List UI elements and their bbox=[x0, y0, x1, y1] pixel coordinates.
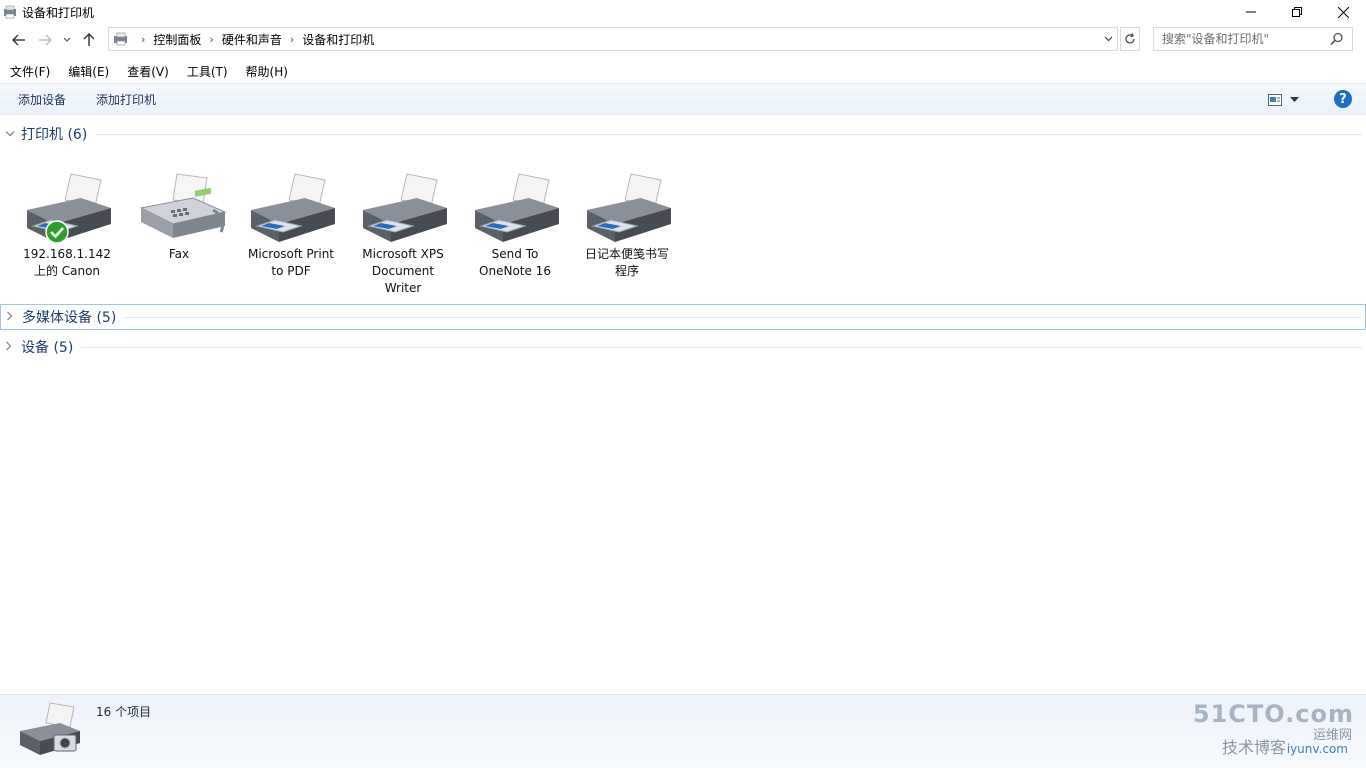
printer-item[interactable]: Microsoft Print to PDF bbox=[236, 170, 346, 280]
chevron-down-icon bbox=[1104, 36, 1112, 42]
watermark-line4: iyunv.com bbox=[1286, 742, 1348, 756]
printer-label: 日记本便笺书写 程序 bbox=[584, 247, 669, 278]
group-devices-header[interactable]: 设备 (5) bbox=[0, 334, 1366, 360]
navigation-bar: › 控制面板 › 硬件和声音 › 设备和打印机 bbox=[0, 27, 1366, 53]
breadcrumb-devices-printers[interactable]: 设备和打印机 bbox=[302, 31, 374, 48]
search-input[interactable] bbox=[1162, 32, 1327, 46]
chevron-down-icon bbox=[1290, 97, 1299, 102]
printer-item[interactable]: Send To OneNote 16 bbox=[460, 170, 570, 280]
devices-printers-icon bbox=[4, 5, 16, 19]
menu-help[interactable]: 帮助(H) bbox=[236, 62, 296, 82]
chevron-collapsed-icon[interactable] bbox=[5, 341, 17, 354]
printer-label: 192.168.1.142 上的 Canon bbox=[23, 247, 111, 278]
restore-icon bbox=[1292, 7, 1302, 17]
up-button[interactable] bbox=[76, 28, 102, 52]
fax-icon bbox=[131, 170, 227, 244]
address-history-button[interactable] bbox=[1101, 31, 1115, 47]
close-icon bbox=[1337, 6, 1349, 18]
watermark: 51CTO.com 运维网 技术博客 iyunv.com bbox=[1193, 700, 1356, 760]
breadcrumb-separator-icon[interactable]: › bbox=[209, 33, 213, 46]
add-printer-button[interactable]: 添加打印机 bbox=[79, 86, 169, 114]
close-button[interactable] bbox=[1320, 0, 1366, 24]
printer-item[interactable]: Microsoft XPS Document Writer bbox=[348, 170, 458, 297]
printer-item[interactable]: 日记本便笺书写 程序 bbox=[572, 170, 682, 280]
watermark-line3: 运维网 bbox=[1312, 728, 1352, 743]
printer-label: Microsoft XPS Document Writer bbox=[362, 247, 444, 295]
printer-label: Fax bbox=[168, 247, 190, 261]
minimize-icon bbox=[1246, 11, 1256, 13]
minimize-button[interactable] bbox=[1228, 0, 1274, 24]
menu-edit[interactable]: 编辑(E) bbox=[58, 62, 117, 82]
printer-icon bbox=[579, 170, 675, 244]
refresh-icon bbox=[1125, 33, 1135, 44]
address-bar[interactable]: › 控制面板 › 硬件和声音 › 设备和打印机 bbox=[108, 27, 1118, 51]
chevron-down-icon bbox=[63, 37, 71, 42]
menu-tools[interactable]: 工具(T) bbox=[177, 62, 236, 82]
group-printers-header[interactable]: 打印机 (6) bbox=[0, 121, 1366, 147]
printer-label: Send To OneNote 16 bbox=[479, 247, 551, 278]
menu-file[interactable]: 文件(F) bbox=[0, 62, 58, 82]
title-bar: 设备和打印机 bbox=[0, 0, 1366, 24]
breadcrumb-control-panel[interactable]: 控制面板 bbox=[153, 31, 201, 48]
change-view-button[interactable] bbox=[1268, 90, 1308, 110]
chevron-collapsed-icon[interactable] bbox=[6, 311, 18, 324]
view-options-icon bbox=[1268, 94, 1282, 106]
up-arrow-icon bbox=[83, 33, 95, 46]
breadcrumb-separator-icon[interactable]: › bbox=[290, 33, 294, 46]
printer-camera-icon bbox=[20, 702, 80, 755]
details-pane: 16 个项目 51CTO.com 运维网 技术博客 iyunv.com bbox=[0, 694, 1366, 768]
devices-printers-icon bbox=[114, 32, 127, 46]
printer-icon bbox=[243, 170, 339, 244]
printer-label: Microsoft Print to PDF bbox=[247, 247, 335, 278]
printer-icon bbox=[19, 170, 115, 244]
chevron-expanded-icon[interactable] bbox=[5, 128, 17, 141]
search-box[interactable] bbox=[1153, 27, 1353, 51]
group-multimedia-title: 多媒体设备 (5) bbox=[22, 310, 117, 326]
window-title: 设备和打印机 bbox=[22, 5, 95, 20]
menu-bar: 文件(F) 编辑(E) 查看(V) 工具(T) 帮助(H) bbox=[0, 62, 296, 82]
watermark-line2: 技术博客 bbox=[1222, 738, 1287, 757]
forward-button[interactable] bbox=[32, 28, 58, 52]
back-arrow-icon bbox=[12, 34, 25, 46]
back-button[interactable] bbox=[6, 28, 32, 52]
recent-locations-button[interactable] bbox=[58, 28, 76, 52]
add-device-button[interactable]: 添加设备 bbox=[0, 86, 79, 114]
search-icon[interactable] bbox=[1330, 32, 1344, 46]
group-devices-title: 设备 (5) bbox=[21, 340, 74, 356]
printer-item[interactable]: 192.168.1.142 上的 Canon bbox=[12, 170, 122, 280]
item-count: 16 个项目 bbox=[96, 705, 152, 719]
menu-view[interactable]: 查看(V) bbox=[117, 62, 177, 82]
refresh-button[interactable] bbox=[1120, 27, 1140, 51]
help-button[interactable]: ? bbox=[1334, 90, 1352, 108]
printer-item[interactable]: Fax bbox=[124, 170, 234, 263]
default-checkmark-icon bbox=[45, 220, 69, 244]
breadcrumb-hardware-sound[interactable]: 硬件和声音 bbox=[222, 31, 282, 48]
group-divider bbox=[95, 133, 1362, 135]
group-divider bbox=[124, 316, 1361, 318]
printer-icon bbox=[467, 170, 563, 244]
restore-button[interactable] bbox=[1274, 0, 1320, 24]
breadcrumb-separator-icon[interactable]: › bbox=[141, 33, 145, 46]
group-printers-title: 打印机 (6) bbox=[21, 127, 88, 143]
forward-arrow-icon bbox=[39, 34, 52, 46]
group-divider bbox=[81, 346, 1362, 348]
group-multimedia-header[interactable]: 多媒体设备 (5) bbox=[0, 304, 1366, 330]
command-bar: 添加设备 添加打印机 ? bbox=[0, 83, 1366, 115]
printer-icon bbox=[355, 170, 451, 244]
